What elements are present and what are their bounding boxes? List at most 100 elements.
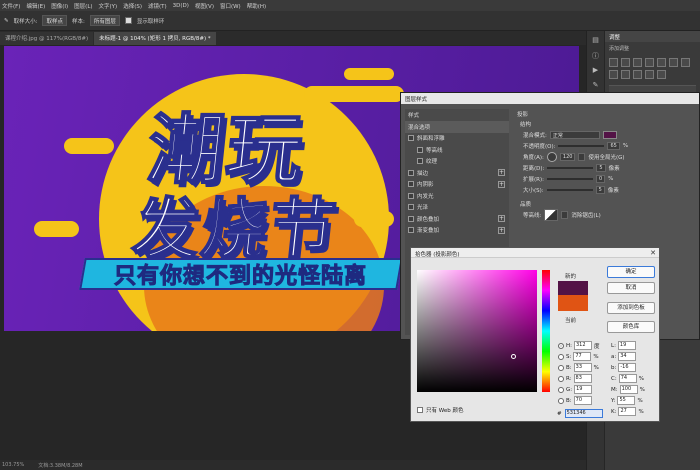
color-mode-radio[interactable] <box>558 353 564 360</box>
web-only-checkbox[interactable] <box>417 407 423 413</box>
color-mode-radio[interactable] <box>558 397 564 404</box>
style-checkbox[interactable] <box>408 169 414 176</box>
close-icon[interactable]: ✕ <box>650 249 656 257</box>
menu-item[interactable]: 图像(I) <box>51 2 68 10</box>
add-to-swatches-button[interactable]: 添加到色板 <box>607 302 655 314</box>
add-style-icon[interactable]: + <box>498 226 505 234</box>
tab-untitled-1[interactable]: 未标题-1 @ 104% (矩形 1 拷贝, RGB/8#) * <box>94 32 216 45</box>
menu-item[interactable]: 窗口(W) <box>220 2 241 10</box>
spread-input[interactable]: 0 <box>595 174 606 183</box>
menu-item[interactable]: 文件(F) <box>2 2 20 10</box>
color-component-input[interactable]: 19 <box>617 341 636 350</box>
style-checkbox[interactable] <box>408 192 414 199</box>
menu-item[interactable]: 编辑(E) <box>26 2 45 10</box>
style-item[interactable]: 混合选项 <box>405 121 509 133</box>
photo-filter-icon[interactable] <box>621 70 630 79</box>
add-style-icon[interactable]: + <box>498 215 505 223</box>
color-component-input[interactable]: -16 <box>618 363 637 372</box>
ok-button[interactable]: 确定 <box>607 266 655 278</box>
size-slider[interactable] <box>546 188 593 191</box>
color-component-input[interactable]: 83 <box>573 374 592 383</box>
style-item[interactable]: 纹理 <box>405 156 509 168</box>
tab-course-intro[interactable]: 课程介绍.jpg @ 117%(RGB/8#) <box>0 32 94 45</box>
style-checkbox[interactable] <box>417 158 423 165</box>
color-component-input[interactable]: 27 <box>618 407 637 416</box>
exposure-icon[interactable] <box>645 58 654 67</box>
current-color-swatch[interactable] <box>558 295 588 311</box>
blend-mode-select[interactable]: 正常 <box>549 130 600 139</box>
menu-item[interactable]: 3D(D) <box>173 3 189 9</box>
opacity-input[interactable]: 65 <box>607 141 620 150</box>
levels-icon[interactable] <box>621 58 630 67</box>
menu-item[interactable]: 视图(V) <box>195 2 214 10</box>
color-component-input[interactable]: 77 <box>573 352 592 361</box>
menu-item[interactable]: 图层(L) <box>74 2 92 10</box>
contour-picker[interactable] <box>544 208 559 221</box>
style-checkbox[interactable] <box>408 204 414 211</box>
menu-item[interactable]: 文字(Y) <box>99 2 118 10</box>
menu-item[interactable]: 滤镜(T) <box>148 2 167 10</box>
history-icon[interactable]: ▤ <box>590 36 602 46</box>
cancel-button[interactable]: 取消 <box>607 282 655 294</box>
hue-icon[interactable] <box>669 58 678 67</box>
curves-icon[interactable] <box>633 58 642 67</box>
style-item[interactable]: 渐变叠加 + <box>405 225 509 237</box>
web-only-option[interactable]: 只有 Web 颜色 <box>417 406 464 414</box>
style-item[interactable]: 内发光 <box>405 190 509 202</box>
play-icon[interactable]: ▶ <box>590 66 602 76</box>
color-component-input[interactable]: 34 <box>618 352 637 361</box>
style-item[interactable]: 颜色叠加 + <box>405 213 509 225</box>
style-item[interactable]: 光泽 <box>405 202 509 214</box>
add-style-icon[interactable]: + <box>498 180 505 188</box>
color-field[interactable] <box>417 270 537 392</box>
color-mode-radio[interactable] <box>558 375 564 382</box>
eyedropper-icon[interactable]: ✎ <box>4 18 9 24</box>
sample-size-select[interactable]: 取样点 <box>42 15 67 26</box>
color-component-input[interactable]: 70 <box>573 396 592 405</box>
brightness-icon[interactable] <box>609 58 618 67</box>
sample-select[interactable]: 所有图层 <box>89 15 120 26</box>
shadow-color-swatch[interactable] <box>602 130 617 139</box>
invert-icon[interactable] <box>657 70 666 79</box>
spread-slider[interactable] <box>546 177 593 180</box>
size-input[interactable]: 5 <box>595 185 605 194</box>
angle-input[interactable]: 120 <box>559 152 576 161</box>
color-component-input[interactable]: 312 <box>574 341 592 350</box>
color-mode-radio[interactable] <box>558 386 564 393</box>
show-ring-checkbox[interactable] <box>124 17 132 24</box>
tab-adjustments[interactable]: 调整 <box>605 31 700 42</box>
menu-item[interactable]: 帮助(H) <box>247 2 266 10</box>
bw-icon[interactable] <box>609 70 618 79</box>
color-component-input[interactable]: 74 <box>618 374 637 383</box>
color-component-input[interactable]: 100 <box>619 385 638 394</box>
angle-dial[interactable] <box>546 151 557 162</box>
color-field-cursor[interactable] <box>511 354 516 359</box>
hue-slider[interactable] <box>542 270 550 392</box>
color-mode-radio[interactable] <box>558 364 564 371</box>
style-checkbox[interactable] <box>408 215 414 222</box>
opacity-slider[interactable] <box>558 144 605 147</box>
style-checkbox[interactable] <box>408 227 414 234</box>
global-light-checkbox[interactable] <box>578 152 586 161</box>
color-libraries-button[interactable]: 颜色库 <box>607 321 655 333</box>
antialias-checkbox[interactable] <box>561 210 569 219</box>
mixer-icon[interactable] <box>633 70 642 79</box>
style-checkbox[interactable] <box>408 135 414 142</box>
style-checkbox[interactable] <box>417 146 423 153</box>
color-component-input[interactable]: 19 <box>574 385 593 394</box>
style-item[interactable]: 等高线 <box>405 144 509 156</box>
brush-icon[interactable]: ✎ <box>590 81 602 91</box>
vibrance-icon[interactable] <box>657 58 666 67</box>
style-item[interactable]: 斜面和浮雕 <box>405 133 509 145</box>
style-checkbox[interactable] <box>408 181 414 188</box>
menu-item[interactable]: 选择(S) <box>123 2 142 10</box>
hex-input[interactable]: 531346 <box>564 409 603 418</box>
color-mode-radio[interactable] <box>558 342 564 349</box>
style-item[interactable]: 内阴影 + <box>405 179 509 191</box>
style-item[interactable]: 描边 + <box>405 167 509 179</box>
distance-slider[interactable] <box>547 166 594 169</box>
balance-icon[interactable] <box>681 58 690 67</box>
lookup-icon[interactable] <box>645 70 654 79</box>
info-icon[interactable]: ⓘ <box>590 51 602 61</box>
distance-input[interactable]: 5 <box>596 163 606 172</box>
